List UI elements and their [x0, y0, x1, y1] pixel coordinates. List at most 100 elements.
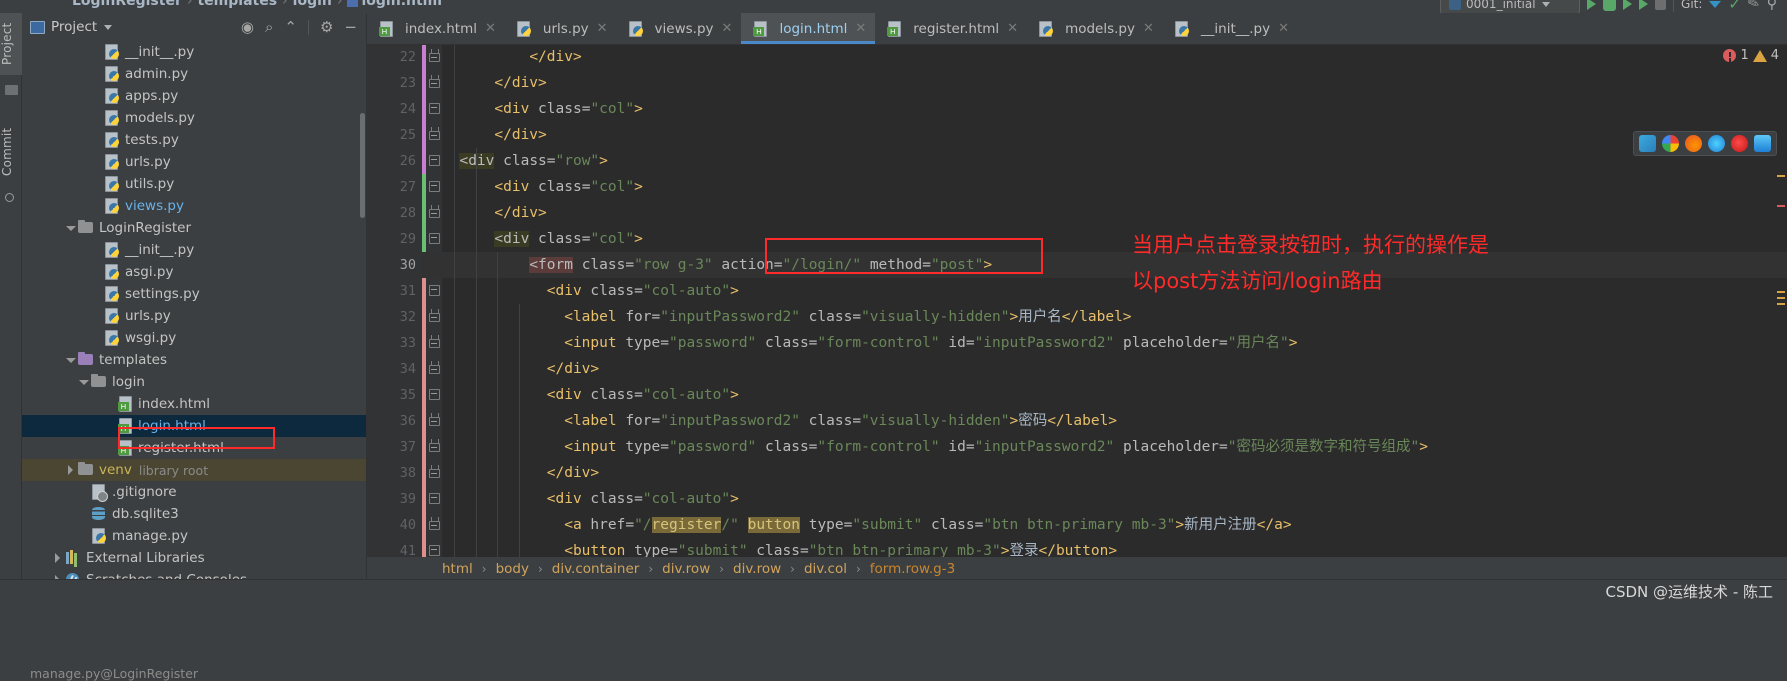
code-line[interactable]: <div class="col">	[442, 96, 642, 122]
fold-marker[interactable]	[429, 103, 440, 114]
locate-icon[interactable]: ◉	[241, 19, 254, 35]
fold-marker[interactable]	[429, 285, 440, 296]
commit-check-icon[interactable]: ✓	[1728, 0, 1741, 13]
run-icon[interactable]	[1587, 0, 1597, 10]
tree-item-tests-py[interactable]: tests.py	[22, 129, 367, 151]
code-line[interactable]: <form class="row g-3" action="/login/" m…	[442, 252, 992, 278]
scroll-warning-marker[interactable]	[1777, 297, 1785, 299]
tree-item-register-html[interactable]: register.html	[22, 437, 367, 459]
coverage-icon[interactable]	[1623, 0, 1633, 10]
fold-marker[interactable]	[429, 412, 440, 426]
tree-item-login[interactable]: login	[22, 371, 367, 393]
code-line[interactable]: <a href="/register/" button type="submit…	[442, 512, 1292, 538]
fold-marker[interactable]	[429, 389, 440, 400]
fold-marker[interactable]	[429, 516, 440, 530]
chevron-right-icon[interactable]	[65, 464, 76, 476]
close-icon[interactable]: ✕	[485, 21, 496, 36]
code-line[interactable]: <div class="col-auto">	[442, 382, 739, 408]
chevron-down-icon[interactable]	[65, 355, 76, 366]
fold-marker[interactable]	[429, 181, 440, 192]
tree-item-apps-py[interactable]: apps.py	[22, 85, 367, 107]
code-line[interactable]: <label for="inputPassword2" class="visua…	[442, 408, 1117, 434]
tree-item-admin-py[interactable]: admin.py	[22, 63, 367, 85]
close-icon[interactable]: ✕	[1278, 21, 1289, 36]
tree-item-venv[interactable]: venv library root	[22, 459, 367, 481]
chevron-down-icon[interactable]	[104, 24, 113, 30]
fold-marker[interactable]	[429, 74, 440, 88]
tree-item--gitignore[interactable]: .gitignore	[22, 481, 367, 503]
close-icon[interactable]: ✕	[1143, 21, 1154, 36]
code-line[interactable]: <input type="password" class="form-contr…	[442, 330, 1297, 356]
editor-tab-__init__-py[interactable]: __init__.py ✕	[1163, 13, 1298, 44]
crumb-templates[interactable]: templates	[197, 0, 277, 9]
breadcrumb-item[interactable]: html	[442, 561, 473, 577]
commit-dot-icon[interactable]	[5, 193, 18, 204]
code-line[interactable]: <div class="col-auto">	[442, 278, 739, 304]
code-line[interactable]: </div>	[442, 460, 599, 486]
code-line[interactable]: </div>	[442, 45, 581, 70]
inspection-widget[interactable]: 1 4	[1723, 48, 1779, 63]
editor-tab-bar[interactable]: index.html✕urls.py✕views.py✕login.html✕r…	[367, 13, 1787, 45]
gear-icon[interactable]: ⚙	[320, 19, 333, 35]
tree-item-urls-py[interactable]: urls.py	[22, 305, 367, 327]
fold-marker[interactable]	[429, 438, 440, 452]
run-configuration-selector[interactable]: 0001_initial	[1440, 0, 1581, 13]
crumb-project[interactable]: LoginRegister	[72, 0, 182, 9]
structure-icon[interactable]	[5, 85, 18, 96]
code-line[interactable]: </div>	[442, 200, 546, 226]
project-panel-title[interactable]: Project	[51, 19, 97, 35]
pycharm-preview-icon[interactable]	[1639, 135, 1656, 152]
tree-item-db-sqlite3[interactable]: db.sqlite3	[22, 503, 367, 525]
editor-tab-index-html[interactable]: index.html ✕	[367, 13, 505, 44]
opera-icon[interactable]	[1731, 135, 1748, 152]
code-line[interactable]: </div>	[442, 70, 546, 96]
crumb-login[interactable]: login	[293, 0, 332, 9]
fold-marker[interactable]	[429, 204, 440, 218]
fold-marker[interactable]	[429, 464, 440, 478]
profile-icon[interactable]	[1639, 0, 1649, 10]
scroll-error-marker[interactable]	[1777, 205, 1785, 207]
fold-marker[interactable]	[429, 233, 440, 244]
code-line[interactable]: <button type="submit" class="btn btn-pri…	[442, 538, 1117, 557]
ie-icon[interactable]	[1754, 135, 1771, 152]
tree-item-__init__-py[interactable]: __init__.py	[22, 41, 367, 63]
editor-tab-register-html[interactable]: register.html ✕	[875, 13, 1027, 44]
code-line[interactable]: <label for="inputPassword2" class="visua…	[442, 304, 1131, 330]
debug-icon[interactable]	[1603, 0, 1617, 11]
fold-marker[interactable]	[429, 308, 440, 322]
edit-pencil-icon[interactable]: ✎	[1746, 0, 1762, 13]
chevron-right-icon[interactable]	[52, 552, 63, 564]
editor-breadcrumb-bar[interactable]: html › body › div.container › div.row › div.row ›…	[367, 557, 1787, 581]
tree-item-views-py[interactable]: views.py	[22, 195, 367, 217]
tree-item-settings-py[interactable]: settings.py	[22, 283, 367, 305]
close-icon[interactable]: ✕	[597, 21, 608, 36]
fold-marker[interactable]	[429, 545, 440, 556]
code-line[interactable]: <div class="col">	[442, 174, 642, 200]
expand-all-icon[interactable]: ⌕	[265, 19, 273, 35]
stop-icon[interactable]	[1655, 0, 1667, 10]
breadcrumb-item[interactable]: div.container	[552, 561, 640, 577]
close-icon[interactable]: ✕	[722, 21, 733, 36]
code-editor[interactable]: 22 23 24 25 26 27 28 29 30 31 32 33 34 35 36 37 38 39 40 41…	[367, 45, 1787, 557]
code-folding-column[interactable]	[426, 45, 442, 557]
code-line[interactable]: </div>	[442, 122, 546, 148]
editor-tab-views-py[interactable]: views.py ✕	[617, 13, 742, 44]
tree-item-urls-py[interactable]: urls.py	[22, 151, 367, 173]
fold-marker[interactable]	[429, 126, 440, 140]
code-line[interactable]: </div>	[442, 356, 599, 382]
project-file-tree[interactable]: __init__.py admin.py apps.py models.py tests…	[22, 41, 367, 579]
scroll-warning-marker[interactable]	[1777, 175, 1785, 177]
tree-item-scratches-and-consoles[interactable]: Scratches and Consoles	[22, 569, 367, 579]
code-line[interactable]: <div class="col">	[442, 226, 643, 252]
code-line[interactable]: <div class="row">	[442, 148, 608, 174]
tree-item-templates[interactable]: templates	[22, 349, 367, 371]
tree-scrollbar[interactable]	[360, 113, 365, 218]
search-icon[interactable]: ⚲	[1767, 0, 1777, 12]
fold-marker[interactable]	[429, 493, 440, 504]
hide-icon[interactable]: −	[344, 19, 357, 35]
editor-tab-models-py[interactable]: models.py ✕	[1027, 13, 1163, 44]
fold-marker[interactable]	[429, 48, 440, 62]
firefox-icon[interactable]	[1685, 135, 1702, 152]
close-icon[interactable]: ✕	[855, 21, 866, 36]
close-icon[interactable]: ✕	[1007, 21, 1018, 36]
